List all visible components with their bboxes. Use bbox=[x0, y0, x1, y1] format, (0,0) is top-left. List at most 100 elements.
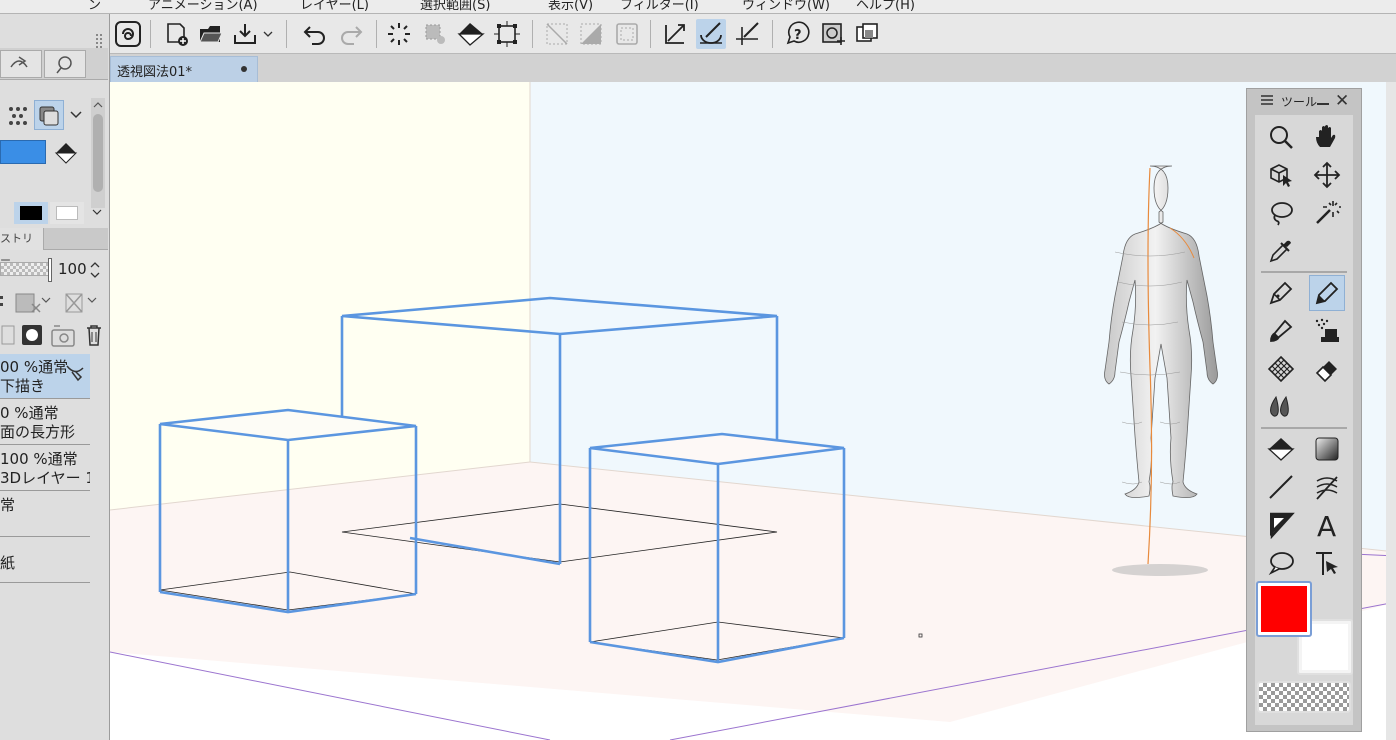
move-layer-tool[interactable] bbox=[1309, 157, 1345, 193]
zoom-tool[interactable] bbox=[1263, 119, 1299, 155]
help-button[interactable]: ? bbox=[782, 19, 812, 49]
layer-item-sketch[interactable]: 00 %通常 下描き bbox=[0, 354, 90, 399]
main-color-swatch[interactable] bbox=[1256, 581, 1312, 637]
redo-button[interactable] bbox=[336, 19, 366, 49]
new-file-button[interactable] bbox=[162, 19, 192, 49]
layer-camera-icon[interactable] bbox=[50, 322, 78, 348]
pencil-tool[interactable] bbox=[1309, 275, 1345, 311]
layer-name: 面の長方形 bbox=[0, 423, 76, 441]
menu-bar: ン アニメーション(A) レイヤー(L) 選択範囲(S) 表示(V) フィルター… bbox=[0, 0, 1396, 14]
object-select-icon bbox=[1270, 164, 1292, 187]
fill-tool[interactable] bbox=[1263, 431, 1299, 467]
grid-snap-button[interactable] bbox=[732, 19, 762, 49]
open-file-button[interactable] bbox=[196, 19, 226, 49]
capture-button[interactable] bbox=[818, 19, 848, 49]
layer-item-4[interactable]: 常 bbox=[0, 492, 90, 537]
balloon-tool[interactable] bbox=[1263, 545, 1299, 581]
menu-icon[interactable] bbox=[1261, 95, 1273, 105]
close-icon[interactable]: ✕ bbox=[1335, 91, 1349, 111]
panel-tab[interactable] bbox=[0, 50, 42, 78]
figure-tool[interactable] bbox=[1263, 469, 1299, 505]
white-color-button[interactable] bbox=[50, 202, 84, 224]
menu-item-filter[interactable]: フィルター(I) bbox=[620, 0, 699, 13]
layer-mode: 0 %通常 bbox=[0, 404, 59, 422]
chevron-down-icon[interactable] bbox=[66, 100, 86, 130]
blend-tool[interactable] bbox=[1263, 389, 1299, 425]
lasso-tool[interactable] bbox=[1263, 195, 1299, 231]
tone-icon[interactable] bbox=[6, 104, 30, 128]
chevron-down-icon bbox=[263, 31, 273, 37]
fill-button[interactable] bbox=[456, 19, 486, 49]
black-color-button[interactable] bbox=[14, 202, 48, 224]
trash-icon[interactable] bbox=[82, 322, 106, 348]
spinner-icon[interactable] bbox=[88, 259, 102, 281]
new-file-icon bbox=[167, 23, 188, 46]
grip-dots-icon bbox=[0, 296, 3, 306]
new-layer-mask-icon[interactable] bbox=[20, 322, 46, 348]
eraser-tool[interactable] bbox=[1309, 351, 1345, 387]
menu-item[interactable]: ン bbox=[88, 0, 101, 13]
mask-icon[interactable] bbox=[14, 290, 54, 316]
save-button[interactable] bbox=[230, 19, 260, 49]
special-ruler-snap-button[interactable] bbox=[696, 19, 726, 49]
menu-item-help[interactable]: ヘルプ(H) bbox=[856, 0, 915, 13]
layer-mode: 100 %通常 bbox=[0, 450, 78, 468]
menu-item-selection[interactable]: 選択範囲(S) bbox=[420, 0, 490, 13]
object-tool[interactable] bbox=[1263, 157, 1299, 193]
tool-palette-title: ツール bbox=[1281, 95, 1318, 109]
frame-border-tool[interactable] bbox=[1263, 507, 1299, 543]
airbrush-tool[interactable] bbox=[1309, 313, 1345, 349]
ruler-tool[interactable] bbox=[1309, 469, 1345, 505]
hand-tool[interactable] bbox=[1309, 119, 1345, 155]
tab-document[interactable]: 透視図法01* bbox=[110, 56, 258, 82]
menu-item-window[interactable]: ウィンドウ(W) bbox=[742, 0, 830, 13]
minimize-icon[interactable] bbox=[1317, 103, 1329, 105]
layer-color-button[interactable] bbox=[34, 100, 64, 130]
new-raster-layer-icon[interactable] bbox=[0, 322, 16, 348]
decoration-tool[interactable] bbox=[1263, 351, 1299, 387]
layer-color-row bbox=[0, 100, 108, 132]
canvas-scrollbar[interactable] bbox=[1386, 82, 1396, 740]
pen-tool[interactable] bbox=[1263, 275, 1299, 311]
menu-item-view[interactable]: 表示(V) bbox=[548, 0, 593, 13]
zoom-icon bbox=[1270, 126, 1293, 149]
clear-mask-icon[interactable] bbox=[62, 290, 102, 316]
selection-border-button[interactable] bbox=[612, 19, 642, 49]
layer-item-paper[interactable]: 紙 bbox=[0, 538, 90, 583]
auto-select-tool[interactable] bbox=[1309, 195, 1345, 231]
save-dropdown[interactable] bbox=[260, 19, 276, 49]
correct-line-tool[interactable] bbox=[1309, 545, 1345, 581]
opacity-row: 100 bbox=[0, 258, 108, 282]
layer-color-swatch[interactable] bbox=[0, 140, 46, 164]
transform-button[interactable] bbox=[492, 19, 522, 49]
layer-item-3d[interactable]: 100 %通常 3Dレイヤー 1 bbox=[0, 446, 90, 491]
redo-icon bbox=[341, 26, 363, 45]
gradient-tool[interactable] bbox=[1309, 431, 1345, 467]
clear-button[interactable] bbox=[384, 19, 414, 49]
invert-selection-button[interactable] bbox=[576, 19, 606, 49]
undo-button[interactable] bbox=[300, 19, 330, 49]
canvas-area[interactable] bbox=[110, 82, 1396, 740]
panel-tab[interactable] bbox=[44, 50, 86, 78]
menu-item-layer[interactable]: レイヤー(L) bbox=[300, 0, 369, 13]
brush-tool[interactable] bbox=[1263, 313, 1299, 349]
fill-icon[interactable] bbox=[52, 138, 82, 168]
opacity-value[interactable]: 100 bbox=[58, 260, 87, 278]
eyedropper-tool[interactable] bbox=[1263, 233, 1299, 269]
deselect-button[interactable] bbox=[542, 19, 572, 49]
layer-item-rectangle[interactable]: 0 %通常 面の長方形 bbox=[0, 400, 90, 445]
fill-selection-button[interactable] bbox=[420, 19, 450, 49]
clip-studio-button[interactable] bbox=[113, 19, 143, 49]
opacity-slider-handle[interactable] bbox=[48, 258, 52, 282]
ruler-snap-button[interactable] bbox=[660, 19, 690, 49]
transparent-color-swatch[interactable] bbox=[1257, 681, 1351, 713]
opacity-slider[interactable] bbox=[0, 262, 50, 276]
text-tool[interactable]: A bbox=[1309, 507, 1345, 543]
brush-icon bbox=[1270, 319, 1293, 342]
chevron-down-icon[interactable] bbox=[89, 204, 105, 220]
tab-history[interactable]: ストリー bbox=[0, 228, 44, 267]
tab-close-dot[interactable] bbox=[241, 66, 247, 72]
layer-copy-button[interactable] bbox=[852, 19, 882, 49]
tool-palette-header[interactable]: ツール ✕ bbox=[1247, 89, 1361, 115]
menu-item-animation[interactable]: アニメーション(A) bbox=[148, 0, 258, 13]
